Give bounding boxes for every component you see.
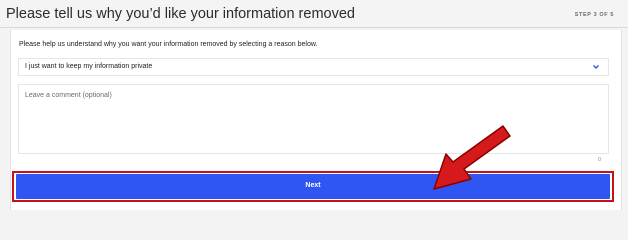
- step-indicator: STEP 3 OF 5: [574, 12, 614, 18]
- comment-placeholder: Leave a comment (optional): [25, 92, 112, 99]
- reason-select-value: I just want to keep my information priva…: [25, 63, 153, 70]
- instruction-text: Please help us understand why you want y…: [19, 41, 318, 48]
- page-title: Please tell us why you’d like your infor…: [6, 6, 355, 22]
- character-counter: 0: [598, 157, 602, 163]
- next-button[interactable]: Next: [16, 174, 610, 199]
- reason-select[interactable]: I just want to keep my information priva…: [18, 58, 609, 76]
- comment-textarea[interactable]: Leave a comment (optional): [18, 84, 609, 154]
- page-header: Please tell us why you’d like your infor…: [0, 0, 628, 28]
- next-button-label: Next: [305, 182, 321, 189]
- chevron-down-icon: [593, 65, 599, 69]
